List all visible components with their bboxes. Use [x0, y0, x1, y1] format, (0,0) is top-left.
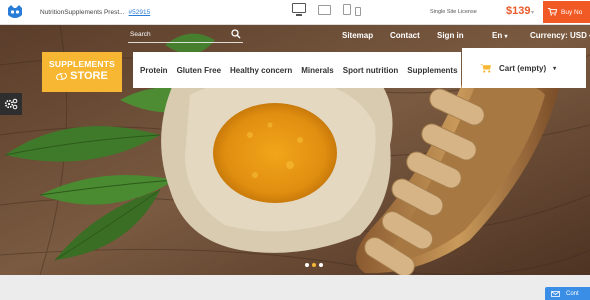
phone-icon[interactable] [355, 6, 361, 16]
currency-label: Currency: USD [530, 31, 587, 40]
search-box [128, 27, 243, 43]
slider-dot-active[interactable] [312, 263, 316, 267]
chevron-down-icon: ▾ [553, 65, 557, 72]
slider-dot[interactable] [305, 263, 309, 267]
page-bottom-strip [0, 275, 590, 300]
device-switcher [292, 3, 361, 16]
logo-line1: SUPPLEMENTS [49, 59, 115, 69]
buy-now-label: Buy No [561, 8, 583, 16]
signin-link[interactable]: Sign in [437, 31, 464, 40]
chevron-down-icon[interactable]: ▾ [531, 9, 534, 16]
tablet-portrait-icon[interactable] [343, 4, 351, 15]
settings-gear-button[interactable] [0, 93, 22, 115]
cart-label: Cart (empty) [499, 63, 547, 73]
tablet-icon[interactable] [318, 4, 331, 15]
product-id-link[interactable]: #52915 [129, 9, 151, 16]
gear-icon [4, 98, 18, 110]
menu-item-minerals[interactable]: Minerals [301, 66, 333, 75]
logo-line2: STORE [70, 70, 108, 82]
chat-label: Cont [566, 290, 579, 297]
currency-selector[interactable]: Currency: USD ▾ [530, 31, 590, 40]
chevron-down-icon: ▾ [504, 34, 508, 40]
cart-icon [548, 8, 557, 16]
main-menu: Protein Gluten Free Healthy concern Mine… [133, 52, 461, 88]
live-chat-button[interactable]: Cont [545, 287, 590, 300]
slider-dot[interactable] [319, 263, 323, 267]
search-icon[interactable] [231, 29, 241, 39]
price: $139 [506, 5, 531, 17]
language-label: En [492, 31, 503, 40]
license-label: Single Site License [430, 9, 477, 15]
cart-icon [480, 64, 491, 73]
menu-item-supplements[interactable]: Supplements [407, 66, 457, 75]
cart-button[interactable]: Cart (empty) ▾ [462, 48, 586, 88]
menu-item-gluten-free[interactable]: Gluten Free [177, 66, 221, 75]
slider-dots [305, 263, 323, 267]
buy-now-button[interactable]: Buy No [543, 1, 590, 23]
product-name: NutritionSupplements Prest... [40, 8, 125, 16]
envelope-icon [551, 290, 560, 297]
sitemap-link[interactable]: Sitemap [342, 31, 373, 40]
capsule-icon [56, 72, 68, 80]
menu-item-healthy-concern[interactable]: Healthy concern [230, 66, 292, 75]
menu-item-sport-nutrition[interactable]: Sport nutrition [343, 66, 399, 75]
search-input[interactable] [130, 28, 225, 40]
language-selector[interactable]: En ▾ [492, 31, 507, 40]
templatemonster-logo-icon[interactable] [4, 2, 26, 22]
store-logo[interactable]: SUPPLEMENTS STORE [42, 52, 122, 92]
contact-link[interactable]: Contact [390, 31, 420, 40]
menu-item-protein[interactable]: Protein [140, 66, 168, 75]
demo-topbar: NutritionSupplements Prest... #52915 Sin… [0, 0, 590, 25]
header-utility-bar: Sitemap Contact Sign in En ▾ Currency: U… [128, 27, 590, 45]
desktop-icon[interactable] [292, 3, 306, 16]
